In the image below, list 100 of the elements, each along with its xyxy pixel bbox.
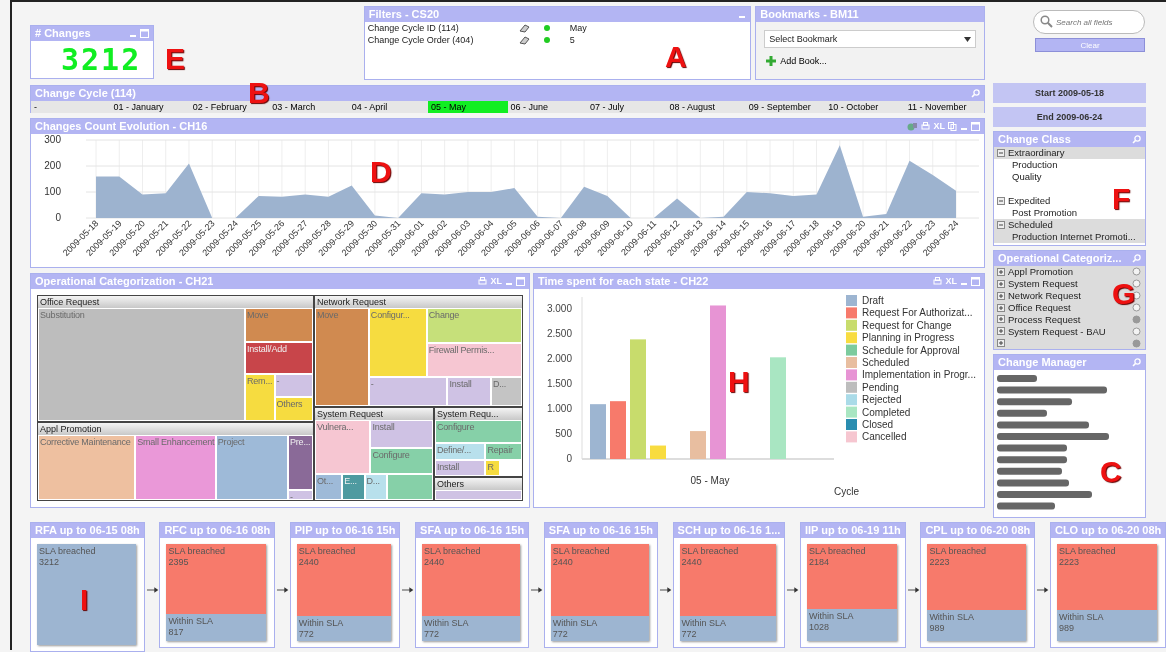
panel-title: Changes Count Evolution - CH16 XL: [31, 119, 984, 134]
treemap-cell[interactable]: -: [368, 376, 448, 407]
end-date-button[interactable]: End 2009-06-24: [993, 107, 1146, 127]
treemap-cell[interactable]: Configur...: [368, 308, 427, 377]
panel-title: CPL up to 06-20 08h: [921, 523, 1035, 538]
bar[interactable]: [650, 445, 666, 459]
copy-icon[interactable]: [948, 122, 957, 131]
filter-field: Change Cycle ID (114): [367, 23, 518, 33]
arrow-icon: [529, 584, 544, 596]
bar[interactable]: [770, 357, 786, 459]
radio-icon[interactable]: [1132, 314, 1141, 324]
expand-icon[interactable]: [997, 267, 1005, 276]
list-item[interactable]: Office Request: [1008, 302, 1071, 313]
panel-title: Bookmarks - BM11: [756, 7, 984, 22]
tree-item[interactable]: Post Promotion: [994, 207, 1080, 219]
collapse-icon[interactable]: [997, 221, 1005, 229]
segment-label: SLA breached: [39, 546, 96, 556]
expand-icon[interactable]: [997, 279, 1005, 288]
treemap-cell[interactable]: D...: [364, 474, 387, 500]
treemap-cell[interactable]: Install: [447, 376, 491, 407]
maximize-icon[interactable]: [971, 277, 980, 286]
treemap-cell[interactable]: Firewall Permis...: [426, 343, 522, 377]
radio-icon[interactable]: [1132, 267, 1141, 277]
axis-label: 05 - May: [690, 475, 730, 486]
chart-type-icon[interactable]: [907, 122, 919, 131]
segment-value: 2184: [808, 557, 829, 567]
tree-item[interactable]: Expedited: [994, 195, 1054, 207]
collapse-icon[interactable]: [997, 197, 1005, 205]
expand-icon[interactable]: [997, 339, 1005, 348]
treemap-cell[interactable]: [435, 490, 522, 500]
treemap-cell[interactable]: Small Enhancement: [135, 435, 216, 500]
treemap-cell[interactable]: Vulnera...: [315, 420, 371, 475]
expand-icon[interactable]: [997, 303, 1005, 312]
treemap-cell[interactable]: Ot...: [315, 474, 343, 500]
tree-item[interactable]: Quality: [994, 171, 1045, 183]
expand-icon[interactable]: [997, 315, 1005, 324]
bar[interactable]: [690, 431, 706, 459]
list-item[interactable]: System Request: [1008, 278, 1078, 290]
search-field[interactable]: Search all fields: [1033, 10, 1145, 34]
treemap-cell[interactable]: Install: [370, 420, 433, 449]
tree-item[interactable]: Extraordinary: [994, 147, 1145, 159]
treemap-cell[interactable]: Install/Add: [245, 341, 313, 374]
start-date-button[interactable]: Start 2009-05-18: [993, 83, 1146, 103]
treemap-cell[interactable]: Project: [215, 435, 288, 500]
treemap-cell[interactable]: Configure: [435, 420, 522, 443]
list-item[interactable]: System Request - BAU: [1008, 325, 1106, 337]
print-icon[interactable]: [933, 277, 943, 286]
arrow-icon: [275, 584, 290, 596]
axis-label: 0: [566, 453, 572, 464]
search-icon[interactable]: [1132, 358, 1141, 367]
list-item[interactable]: Network Request: [1008, 290, 1081, 302]
maximize-icon[interactable]: [516, 277, 525, 286]
legend-label: Closed: [862, 419, 894, 430]
radio-icon[interactable]: [1132, 291, 1141, 301]
segment-value: 2440: [298, 557, 319, 567]
search-icon[interactable]: [1132, 254, 1141, 263]
maximize-icon[interactable]: [139, 29, 149, 38]
radio-icon[interactable]: [1132, 338, 1141, 348]
treemap-cell[interactable]: Rem...: [245, 373, 275, 422]
tree-item-label: Extraordinary: [1008, 147, 1065, 159]
collapse-icon[interactable]: [997, 149, 1005, 157]
tree-item[interactable]: Production Internet Promoti...: [994, 231, 1145, 243]
bar[interactable]: [610, 401, 626, 459]
callout-letter: F: [1112, 182, 1131, 216]
treemap-cell[interactable]: [387, 474, 433, 500]
treemap-cell[interactable]: Configure: [370, 448, 433, 475]
dropdown-icon: [964, 36, 971, 42]
treemap-cell[interactable]: Others: [274, 397, 313, 422]
maximize-icon[interactable]: [971, 122, 980, 131]
list-item[interactable]: Process Request: [1008, 313, 1081, 325]
radio-icon[interactable]: [1132, 279, 1141, 289]
add-bookmark-button[interactable]: Add Book...: [766, 56, 827, 66]
tree-item[interactable]: Scheduled: [994, 219, 1145, 231]
treemap-cell[interactable]: Corrective Maintenance: [38, 435, 136, 500]
list-item[interactable]: Appl Promotion: [1008, 266, 1073, 278]
treemap-cell[interactable]: Change: [426, 308, 522, 344]
treemap-group-title: Appl Promotion: [38, 423, 313, 436]
eraser-icon[interactable]: [517, 35, 530, 45]
treemap-cell[interactable]: E...: [342, 474, 365, 500]
bookmark-select[interactable]: Select Bookmark: [764, 30, 976, 48]
treemap-cell[interactable]: -: [288, 490, 313, 500]
print-icon[interactable]: [478, 277, 488, 286]
tree-item[interactable]: Production: [994, 159, 1061, 171]
expand-icon[interactable]: [997, 327, 1005, 336]
expand-icon[interactable]: [997, 291, 1005, 300]
cycle-item[interactable]: 05 - May: [428, 101, 508, 113]
radio-icon[interactable]: [1132, 326, 1141, 336]
print-icon[interactable]: [921, 122, 931, 131]
search-icon[interactable]: [971, 89, 980, 98]
treemap-cell[interactable]: Pre...: [288, 435, 313, 491]
segment-label: SLA breached: [1058, 546, 1116, 556]
treemap-cell[interactable]: Substitution: [38, 308, 245, 422]
bar[interactable]: [630, 339, 646, 459]
axis-label: 300: [44, 134, 61, 145]
segment-label: SLA breached: [808, 546, 866, 556]
bar[interactable]: [590, 404, 606, 459]
search-icon[interactable]: [1132, 135, 1141, 144]
radio-icon[interactable]: [1132, 303, 1141, 312]
panel-title: PIP up to 06-16 15h: [290, 523, 400, 538]
bar[interactable]: [710, 305, 726, 459]
